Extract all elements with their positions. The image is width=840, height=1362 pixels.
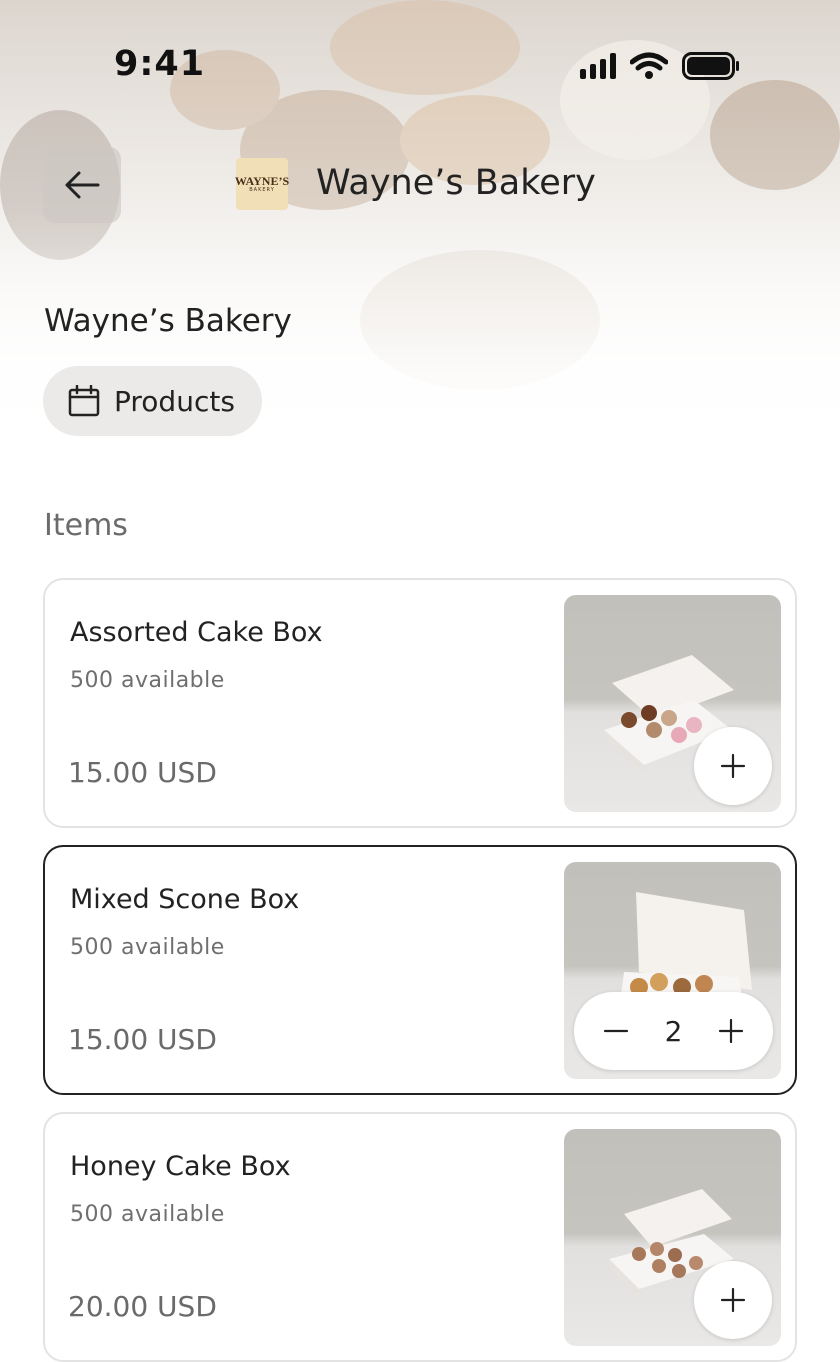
- plus-icon: [720, 753, 746, 779]
- minus-icon: [603, 1029, 629, 1033]
- item-card-honey-cake-box[interactable]: Honey Cake Box 500 available 20.00 USD: [43, 1112, 797, 1362]
- bakery-logo: WAYNE’S BAKERY: [235, 158, 289, 210]
- item-card-assorted-cake-box[interactable]: Assorted Cake Box 500 available 15.00 US…: [43, 578, 797, 828]
- header-title: Wayne’s Bakery: [316, 163, 596, 203]
- item-availability: 500 available: [70, 1202, 225, 1227]
- decrement-button[interactable]: [602, 1017, 630, 1045]
- plus-icon: [718, 1018, 744, 1044]
- status-time: 9:41: [114, 44, 206, 84]
- item-name: Mixed Scone Box: [70, 884, 300, 915]
- item-availability: 500 available: [70, 668, 225, 693]
- increment-button[interactable]: [717, 1017, 745, 1045]
- item-name: Honey Cake Box: [70, 1151, 291, 1182]
- item-name: Assorted Cake Box: [70, 617, 323, 648]
- cellular-signal-icon: [580, 53, 616, 79]
- arrow-left-icon: [65, 171, 100, 199]
- item-price: 15.00 USD: [68, 756, 217, 789]
- item-availability: 500 available: [70, 935, 225, 960]
- chip-label: Products: [114, 384, 235, 418]
- battery-icon: [682, 52, 739, 80]
- wifi-icon: [630, 52, 668, 79]
- quantity-stepper[interactable]: 2: [574, 992, 773, 1070]
- item-price: 20.00 USD: [68, 1290, 217, 1323]
- store-title: Wayne’s Bakery: [44, 303, 292, 339]
- add-to-cart-button[interactable]: [694, 727, 772, 805]
- add-to-cart-button[interactable]: [694, 1261, 772, 1339]
- item-price: 15.00 USD: [68, 1023, 217, 1056]
- quantity-value: 2: [664, 1014, 683, 1048]
- plus-icon: [720, 1287, 746, 1313]
- back-button[interactable]: [43, 147, 121, 223]
- item-card-mixed-scone-box[interactable]: Mixed Scone Box 500 available 15.00 USD …: [43, 845, 797, 1095]
- products-chip[interactable]: Products: [43, 366, 262, 436]
- status-icons: [580, 52, 740, 80]
- items-section-title: Items: [44, 508, 128, 543]
- calendar-icon: [68, 385, 100, 417]
